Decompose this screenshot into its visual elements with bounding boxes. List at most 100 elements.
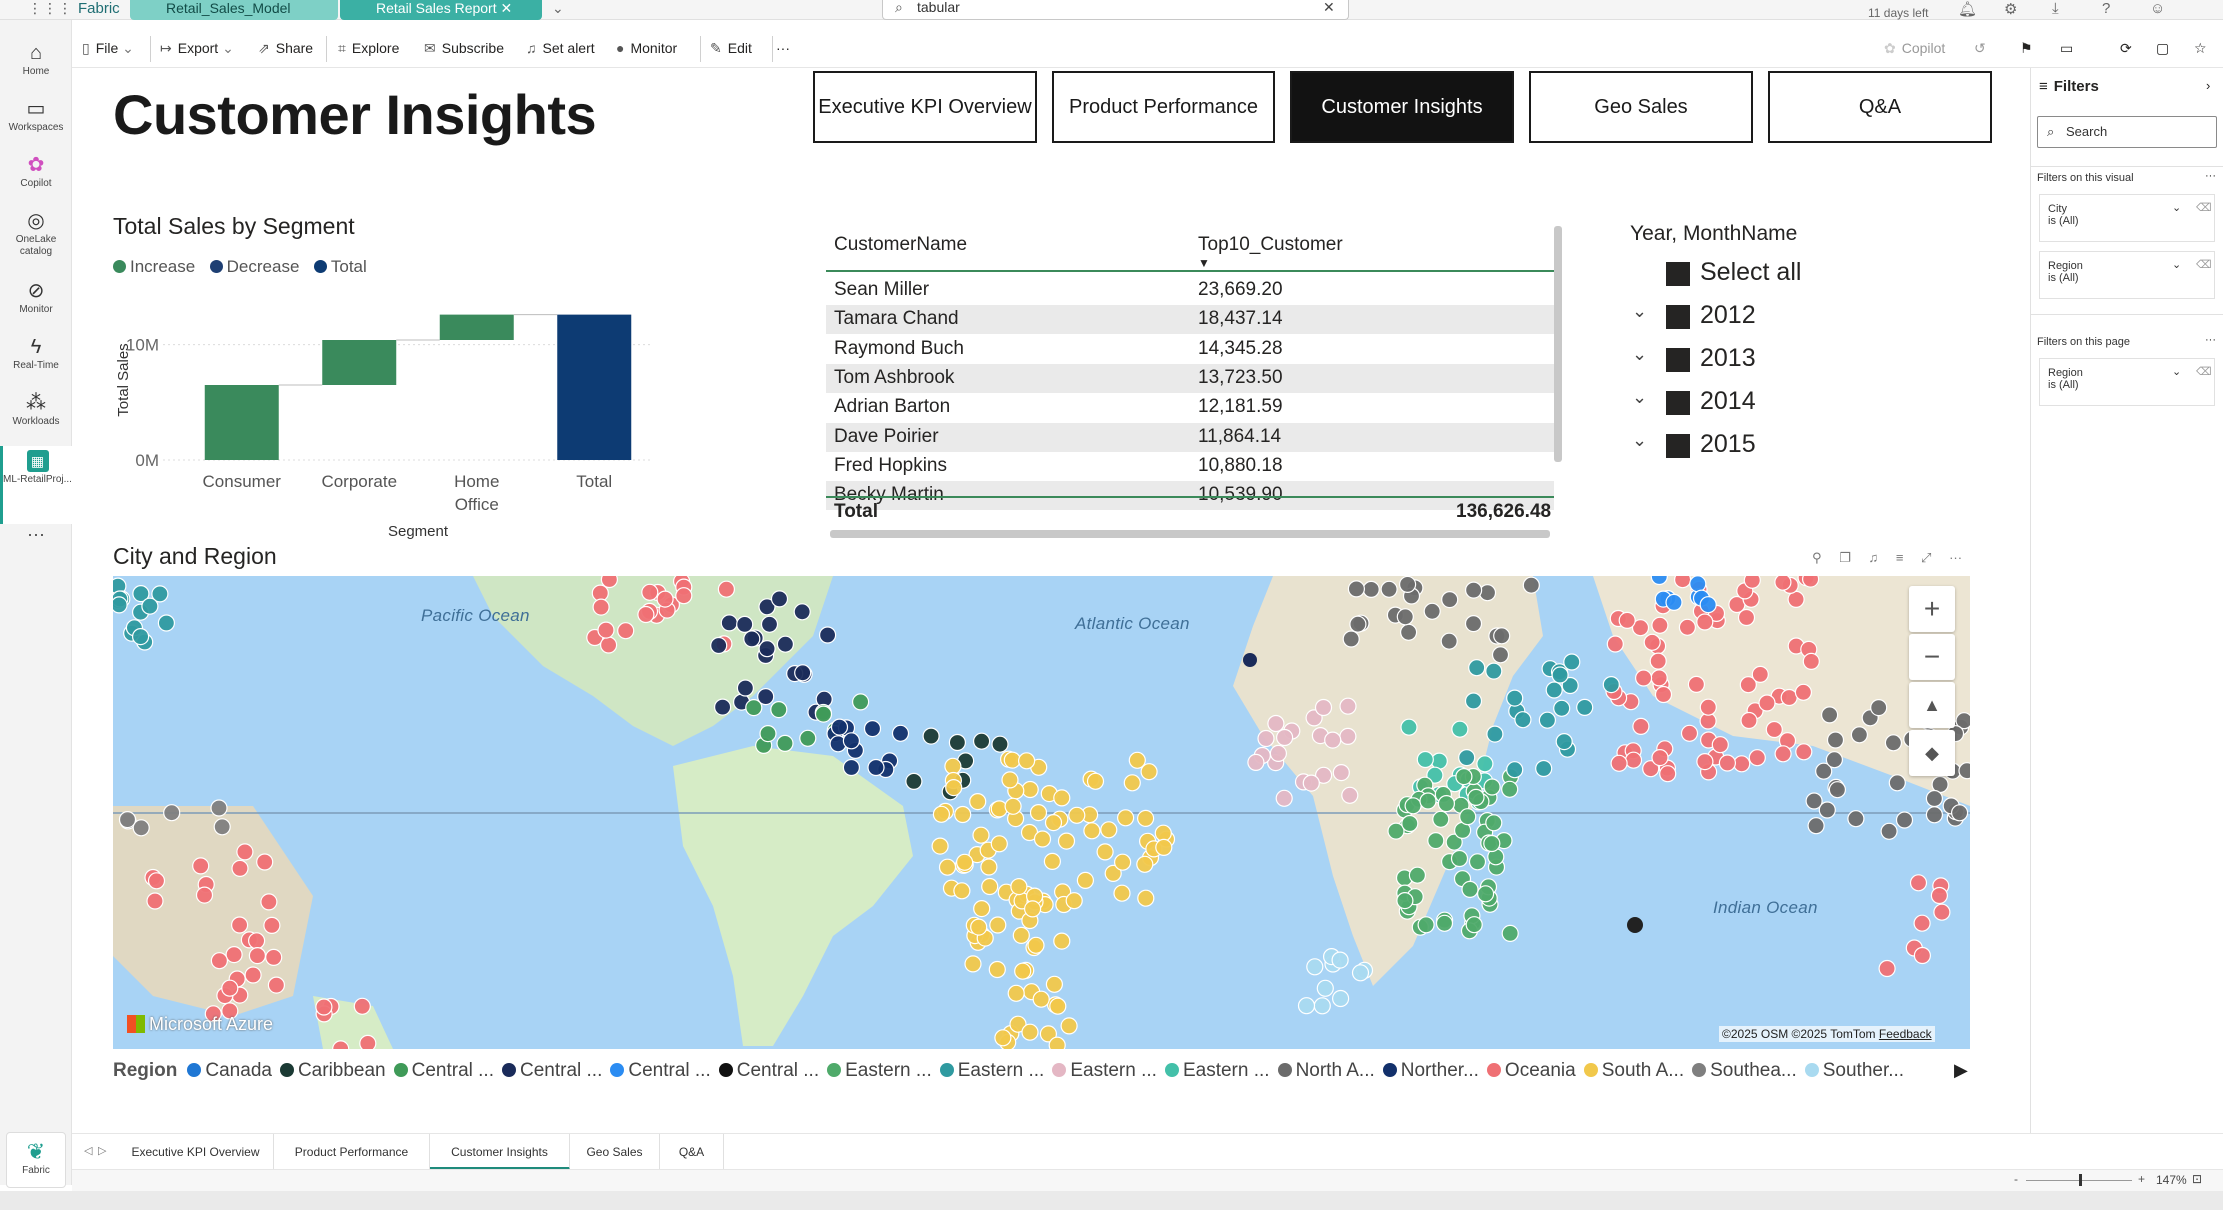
- city-bubble[interactable]: [736, 679, 755, 697]
- city-bubble[interactable]: [1021, 780, 1039, 799]
- table-row[interactable]: Tom Ashbrook 13,723.50: [826, 363, 1554, 393]
- city-bubble[interactable]: [1416, 750, 1434, 769]
- city-bubble[interactable]: [776, 635, 795, 653]
- city-bubble[interactable]: [1765, 720, 1783, 739]
- city-bubble[interactable]: [713, 698, 732, 716]
- rail-monitor[interactable]: ⊘ Monitor: [0, 278, 72, 315]
- city-bubble[interactable]: [230, 916, 249, 934]
- city-bubble[interactable]: [332, 1040, 350, 1049]
- column-header-top10-customer[interactable]: Top10_Customer: [1198, 234, 1343, 256]
- city-bubble[interactable]: [743, 630, 761, 648]
- city-bubble[interactable]: [1802, 652, 1820, 671]
- city-bubble[interactable]: [1802, 576, 1820, 588]
- rail-more[interactable]: ···: [0, 524, 72, 545]
- city-bubble[interactable]: [1743, 576, 1761, 589]
- legend-item-region[interactable]: Central ...: [393, 1060, 494, 1081]
- city-bubble[interactable]: [980, 858, 998, 876]
- alert-icon[interactable]: ♫: [1868, 550, 1878, 565]
- city-bubble[interactable]: [213, 818, 231, 836]
- city-bubble[interactable]: [192, 857, 210, 875]
- city-bubble[interactable]: [1491, 646, 1510, 664]
- filter-card-page-region[interactable]: Region is (All) ⌄ ⌫: [2039, 358, 2215, 406]
- legend-item-region[interactable]: Norther...: [1382, 1060, 1479, 1081]
- tab-retail-sales-model[interactable]: Retail_Sales_Model: [130, 0, 338, 20]
- city-bubble[interactable]: [964, 955, 982, 973]
- city-bubble[interactable]: [891, 724, 910, 742]
- city-bubble[interactable]: [1555, 733, 1573, 751]
- city-bubble[interactable]: [157, 614, 176, 632]
- edit-button[interactable]: ✎ Edit: [710, 40, 752, 57]
- city-bubble[interactable]: [972, 732, 991, 750]
- city-bubble[interactable]: [1618, 611, 1636, 630]
- city-bubble[interactable]: [1627, 917, 1643, 933]
- set-alert-button[interactable]: ♫ Set alert: [526, 40, 595, 56]
- city-bubble[interactable]: [1331, 989, 1350, 1008]
- city-bubble[interactable]: [1805, 792, 1823, 810]
- city-bubble[interactable]: [1825, 751, 1844, 769]
- focus-mode-icon[interactable]: ⤢: [1921, 550, 1931, 565]
- city-bubble[interactable]: [1506, 761, 1524, 779]
- city-bubble[interactable]: [1049, 997, 1067, 1015]
- city-bubble[interactable]: [1432, 810, 1450, 828]
- favorite-icon[interactable]: ☆: [2194, 40, 2207, 57]
- city-bubble[interactable]: [994, 1029, 1012, 1047]
- city-bubble[interactable]: [1643, 633, 1661, 651]
- city-bubble[interactable]: [863, 720, 882, 738]
- tab-geo-sales[interactable]: Geo Sales: [570, 1134, 660, 1170]
- city-bubble[interactable]: [1774, 576, 1792, 591]
- legend-item-region[interactable]: Southea...: [1692, 1060, 1797, 1081]
- city-bubble[interactable]: [1096, 843, 1114, 861]
- city-bubble[interactable]: [1380, 580, 1398, 598]
- city-bubble[interactable]: [799, 729, 817, 747]
- file-menu[interactable]: ▯ File ⌄: [82, 40, 134, 57]
- city-bubble[interactable]: [1651, 749, 1669, 767]
- city-bubble[interactable]: [1053, 932, 1071, 950]
- tilt-button[interactable]: ▲: [1909, 682, 1955, 728]
- city-bubble[interactable]: [1010, 878, 1028, 896]
- city-bubble[interactable]: [1699, 596, 1717, 614]
- city-bubble[interactable]: [1155, 838, 1173, 856]
- city-bubble[interactable]: [1774, 745, 1792, 763]
- rail-workspaces[interactable]: ▭ Workspaces: [0, 96, 72, 133]
- city-bubble[interactable]: [1828, 781, 1847, 799]
- eraser-icon[interactable]: ⌫: [2196, 201, 2212, 214]
- city-bubble[interactable]: [221, 979, 239, 997]
- city-bubble[interactable]: [1696, 613, 1714, 631]
- city-bubble[interactable]: [1665, 593, 1683, 611]
- city-bubble[interactable]: [1247, 753, 1265, 771]
- city-bubble[interactable]: [1464, 581, 1483, 599]
- city-bubble[interactable]: [1678, 618, 1697, 636]
- app-launcher-icon[interactable]: ⋮⋮⋮: [28, 0, 73, 17]
- city-bubble[interactable]: [1888, 774, 1906, 792]
- city-bubble[interactable]: [1925, 789, 1944, 808]
- city-bubble[interactable]: [1501, 924, 1519, 942]
- city-bubble[interactable]: [1451, 720, 1469, 738]
- city-bubble[interactable]: [1023, 900, 1042, 918]
- city-bubble[interactable]: [1427, 832, 1445, 850]
- city-bubble[interactable]: [1269, 744, 1288, 762]
- notifications-icon[interactable]: 🔔︎: [1958, 0, 1977, 18]
- legend-item-region[interactable]: Eastern ...: [1052, 1060, 1157, 1081]
- legend-item-region[interactable]: South A...: [1583, 1060, 1684, 1081]
- rail-ml-retail-project[interactable]: ▦ ML-RetailProj...: [0, 446, 72, 524]
- city-bubble[interactable]: [1545, 681, 1563, 699]
- city-bubble[interactable]: [954, 805, 972, 824]
- city-bubble[interactable]: [1780, 688, 1798, 707]
- help-icon[interactable]: ?: [2102, 0, 2110, 17]
- city-bubble[interactable]: [938, 858, 957, 876]
- city-bubble[interactable]: [353, 997, 371, 1015]
- more-options-icon[interactable]: ···: [1949, 550, 1962, 565]
- city-bubble[interactable]: [1795, 743, 1813, 761]
- eraser-icon[interactable]: ⌫: [2196, 258, 2212, 271]
- city-bubble[interactable]: [1674, 576, 1692, 589]
- city-bubble[interactable]: [759, 725, 777, 743]
- city-bubble[interactable]: [1349, 615, 1367, 633]
- checkbox[interactable]: [1666, 434, 1690, 458]
- monitor-button[interactable]: ● Monitor: [616, 40, 677, 56]
- city-bubble[interactable]: [1696, 753, 1714, 771]
- city-bubble[interactable]: [981, 877, 999, 896]
- city-bubble[interactable]: [760, 615, 779, 633]
- city-bubble[interactable]: [1243, 653, 1257, 667]
- city-bubble[interactable]: [1314, 698, 1333, 717]
- city-bubble[interactable]: [147, 872, 166, 890]
